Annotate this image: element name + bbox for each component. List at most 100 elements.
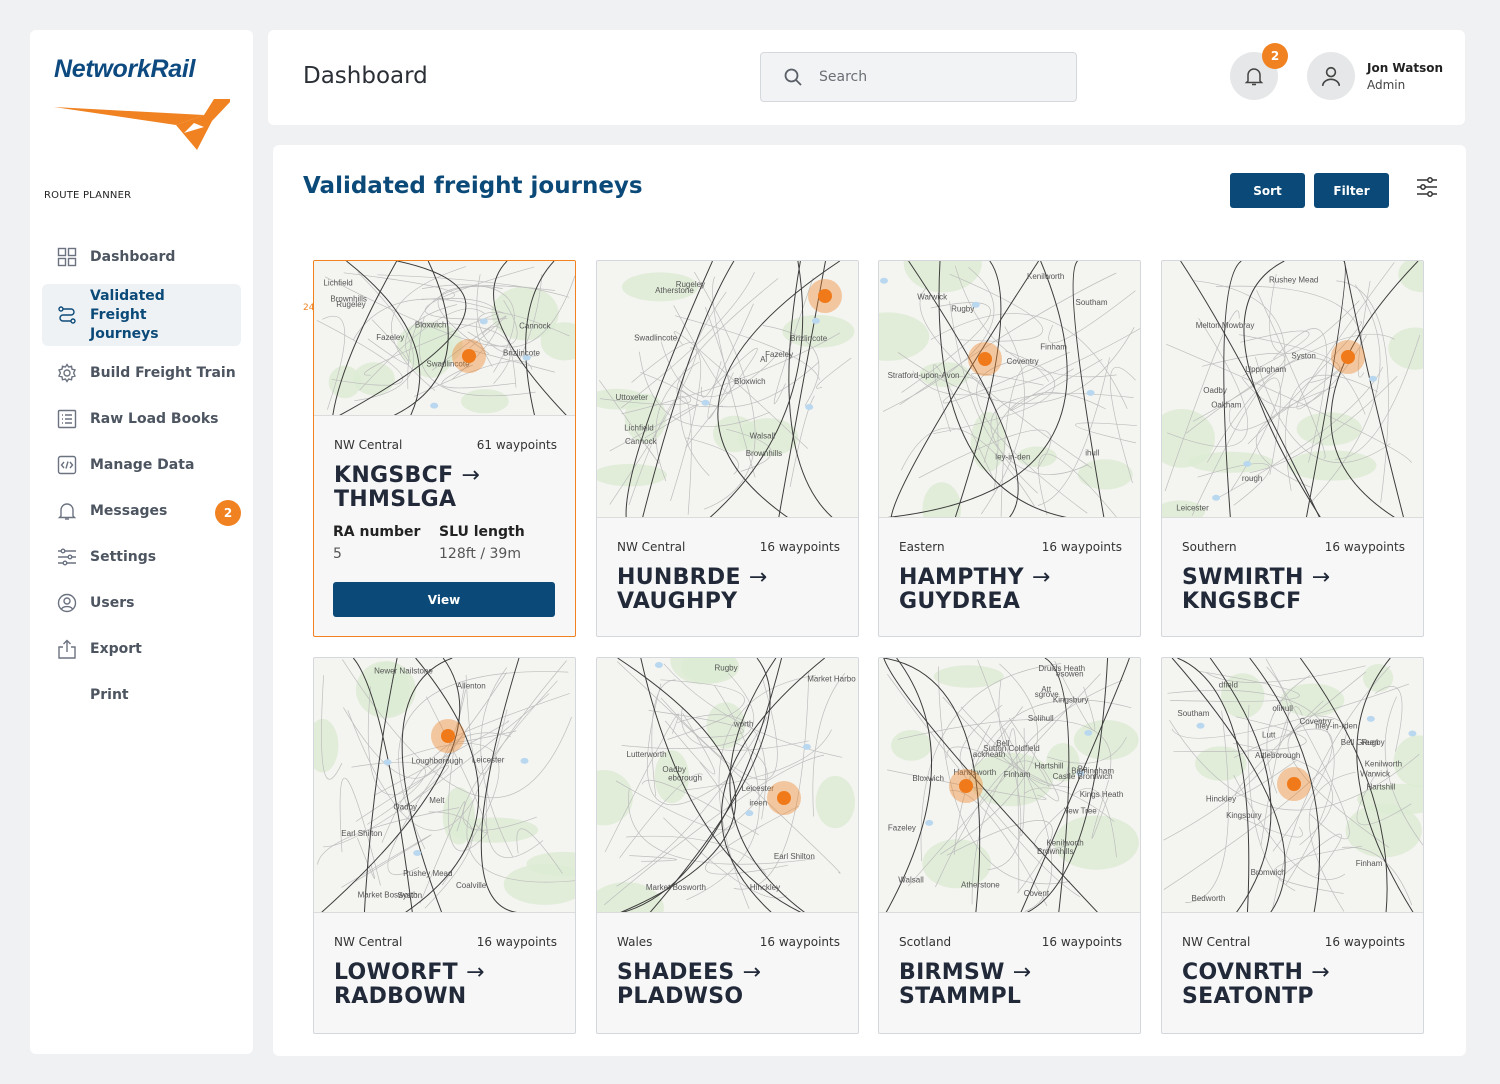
- card-waypoints: 61 waypoints: [476, 438, 557, 452]
- view-button[interactable]: View: [333, 582, 555, 617]
- map-place-label: esowen: [1056, 670, 1084, 679]
- journey-card[interactable]: Kingsbury Hartshill Hinckley Bromwich Attleb…: [1161, 657, 1424, 1034]
- map-place-label: Melton Mowbray: [1196, 321, 1255, 330]
- sidebar-item-validated-freight-journeys[interactable]: Validated Freight Journeys: [42, 284, 241, 346]
- map-place-label: Loughborough: [411, 757, 463, 766]
- location-marker-icon[interactable]: [1287, 777, 1301, 791]
- map-place-label: Attleborough: [1255, 751, 1300, 760]
- journey-card[interactable]: Coventry Finham Rugby Kenilworth Warwick Sout…: [878, 260, 1141, 637]
- map-place-label: Atherstone: [655, 286, 694, 295]
- route-destination: STAMMPL: [899, 984, 1022, 1009]
- avatar[interactable]: [1307, 52, 1355, 100]
- map-place-label: Att: [1041, 685, 1052, 694]
- location-marker-icon[interactable]: [978, 352, 992, 366]
- map-place-label: Brownhills: [746, 449, 782, 458]
- network-rail-logo[interactable]: NetworkRail: [54, 55, 234, 155]
- journey-card[interactable]: Melton Mowbray Syston Rushey Mead Leicester…: [1161, 260, 1424, 637]
- map-place-label: Solihull: [1028, 714, 1054, 723]
- card-route: HUNBRDE → VAUGHPY: [617, 566, 847, 614]
- search-input[interactable]: Search: [760, 52, 1077, 102]
- map-place-label: Market Harbo: [807, 675, 856, 684]
- location-marker-icon[interactable]: [777, 791, 791, 805]
- card-waypoints: 16 waypoints: [476, 935, 557, 949]
- map-place-label: Cannock: [625, 437, 658, 446]
- map-place-label: Brownhills: [1037, 847, 1073, 856]
- arrow-right-icon: →: [461, 463, 481, 488]
- card-region: Scotland: [899, 935, 952, 949]
- map-place-label: Bell: [996, 739, 1010, 748]
- map-place-label: Coventry: [1007, 357, 1039, 366]
- map-place-label: Rushey Mead: [403, 869, 452, 878]
- code-icon: [56, 454, 78, 476]
- journey-card[interactable]: Uttoxeter Brizlincote Swadlincote Rugeley Li…: [596, 260, 859, 637]
- sidebar-item-messages[interactable]: Messages 2: [42, 492, 241, 530]
- journey-card[interactable]: Market Bosworth Oadby Earl Shilton Hinckley…: [596, 657, 859, 1034]
- route-map[interactable]: Market Bosworth Oadby Earl Shilton Hinckley…: [597, 658, 858, 913]
- map-canvas: Kingsbury Hartshill Hinckley Bromwich Attleb…: [1163, 658, 1423, 912]
- route-map[interactable]: Coventry Finham Rugby Kenilworth Warwick Sout…: [879, 261, 1140, 518]
- route-map[interactable]: Brownhills Bloxwich Fazeley Walsall Athersto…: [879, 658, 1140, 913]
- card-body: NW Central 61 waypoints KNGSBCF → THMSLG…: [314, 416, 575, 636]
- settings-sliders-icon[interactable]: [1415, 175, 1439, 199]
- map-place-label: Hinckley: [750, 883, 780, 892]
- sidebar-item-build-freight-train[interactable]: Build Freight Train: [42, 354, 241, 392]
- card-route: LOWORFT → RADBOWN: [334, 961, 564, 1009]
- main-panel: Validated freight journeys Sort Filter S…: [273, 145, 1466, 1056]
- map-place-label: Uppingham: [1245, 365, 1286, 374]
- sidebar-item-manage-data[interactable]: Manage Data: [42, 446, 241, 484]
- card-region: Eastern: [899, 540, 945, 554]
- sidebar-item-label: Print: [90, 686, 129, 703]
- card-waypoints: 16 waypoints: [759, 540, 840, 554]
- location-marker-icon[interactable]: [959, 779, 973, 793]
- sidebar-item-users[interactable]: Users: [42, 584, 241, 622]
- sidebar-item-label: Raw Load Books: [90, 410, 219, 427]
- map-place-label: Be: [1078, 765, 1088, 774]
- route-destination: THMSLGA: [334, 487, 457, 512]
- journey-card[interactable]: Swadlincote Rugeley Cannock Lichfield Brownh…: [313, 260, 576, 637]
- route-map[interactable]: Allenton Loughborough Coalville Syston Newer…: [314, 658, 575, 913]
- map-place-label: Lichfield: [323, 278, 352, 287]
- map-place-label: Bedworth: [1192, 894, 1226, 903]
- page-title: Dashboard: [303, 63, 428, 89]
- route-map[interactable]: Kingsbury Hartshill Hinckley Bromwich Attleb…: [1162, 658, 1423, 913]
- location-marker-icon[interactable]: [462, 349, 476, 363]
- sidebar-item-settings[interactable]: Settings: [42, 538, 241, 576]
- sidebar-item-label: Export: [90, 640, 142, 657]
- sort-button[interactable]: Sort: [1230, 173, 1305, 208]
- arrow-right-icon: →: [1031, 565, 1051, 590]
- journey-card[interactable]: Brownhills Bloxwich Fazeley Walsall Athersto…: [878, 657, 1141, 1034]
- route-destination: PLADWSO: [617, 984, 744, 1009]
- location-marker-icon[interactable]: [818, 289, 832, 303]
- journey-card[interactable]: Allenton Loughborough Coalville Syston Newer…: [313, 657, 576, 1034]
- route-map[interactable]: Melton Mowbray Syston Rushey Mead Leicester…: [1162, 261, 1423, 518]
- sidebar-item-raw-load-books[interactable]: Raw Load Books: [42, 400, 241, 438]
- map-canvas: Brownhills Bloxwich Fazeley Walsall Athersto…: [883, 658, 1139, 912]
- map-place-label: Rugby: [715, 664, 738, 673]
- arrow-right-icon: →: [465, 960, 485, 985]
- search-placeholder: Search: [819, 69, 868, 85]
- card-region: NW Central: [334, 935, 403, 949]
- sidebar-item-label: Dashboard: [90, 248, 176, 265]
- route-map[interactable]: Uttoxeter Brizlincote Swadlincote Rugeley Li…: [597, 261, 858, 518]
- sidebar-item-print[interactable]: Print: [42, 676, 241, 714]
- map-place-label: Warwick: [917, 293, 948, 302]
- sidebar: NetworkRail ROUTE PLANNER Dashboard Vali…: [30, 30, 253, 1054]
- user-icon: [1321, 66, 1341, 87]
- filter-button[interactable]: Filter: [1314, 173, 1389, 208]
- location-marker-icon[interactable]: [441, 729, 455, 743]
- map-canvas: SwadlincoteRugeleyCannockLichfieldBrownh…: [316, 261, 575, 415]
- map-place-label: Finham: [1356, 859, 1383, 868]
- route-destination: KNGSBCF: [1182, 589, 1302, 614]
- card-route: KNGSBCF → THMSLGA: [334, 464, 564, 512]
- map-place-label: Oadby: [1203, 386, 1227, 395]
- location-marker-icon[interactable]: [1341, 350, 1355, 364]
- sidebar-item-label: Messages: [90, 502, 168, 519]
- map-canvas: Market BosworthOadbyEarl ShiltonHinckley…: [597, 658, 856, 912]
- map-place-label: Fazeley: [888, 823, 916, 832]
- sidebar-nav: Dashboard Validated Freight Journeys Bui…: [42, 238, 241, 722]
- route-map[interactable]: Swadlincote Rugeley Cannock Lichfield Brownh…: [314, 261, 575, 416]
- map-place-label: Rugby: [951, 305, 974, 314]
- sidebar-item-dashboard[interactable]: Dashboard: [42, 238, 241, 276]
- route-origin: HUNBRDE: [617, 565, 741, 590]
- sidebar-item-export[interactable]: Export: [42, 630, 241, 668]
